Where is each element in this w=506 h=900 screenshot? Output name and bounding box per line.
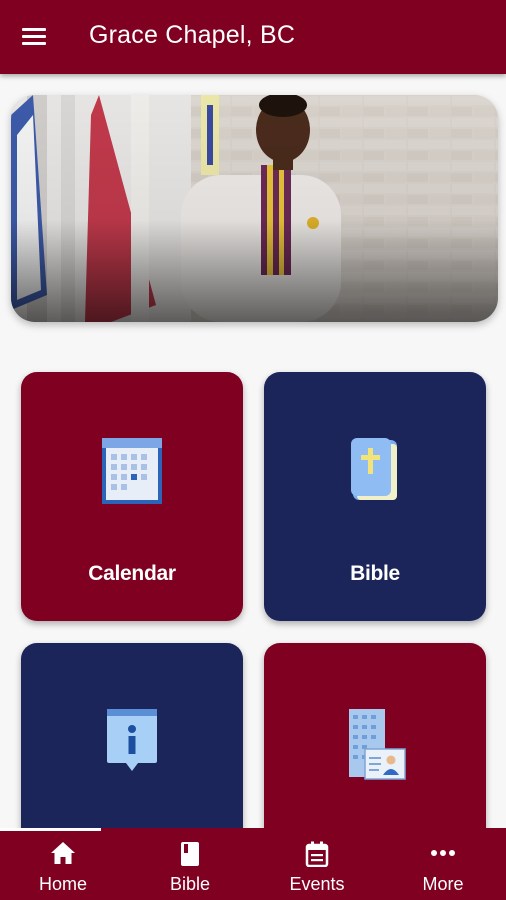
calendar-tile-label: Calendar <box>88 562 176 585</box>
bible-tile[interactable]: Bible <box>264 372 486 621</box>
nav-item-more[interactable]: More <box>380 828 506 900</box>
home-icon <box>51 842 75 864</box>
book-icon <box>181 842 199 866</box>
bottom-navigation: Home Bible Events More <box>0 828 506 900</box>
events-icon <box>305 841 329 867</box>
nav-item-bible[interactable]: Bible <box>127 828 253 900</box>
calendar-tile[interactable]: Calendar <box>21 372 243 621</box>
nav-label-events: Events <box>289 874 345 894</box>
nav-label-more: More <box>422 874 464 894</box>
bible-icon <box>351 438 397 500</box>
more-icon <box>431 850 455 856</box>
nav-label-home: Home <box>38 874 87 894</box>
directory-icon <box>349 709 406 780</box>
app-title: Grace Chapel, BC <box>89 21 296 49</box>
bible-tile-label: Bible <box>350 562 400 585</box>
calendar-icon <box>102 438 162 504</box>
info-icon <box>107 709 157 771</box>
app-bar: Grace Chapel, BC <box>0 0 506 74</box>
hero-banner <box>11 95 498 322</box>
menu-icon[interactable] <box>22 25 48 47</box>
hero-photo <box>11 95 498 322</box>
nav-item-events[interactable]: Events <box>254 828 380 900</box>
nav-item-home[interactable]: Home <box>0 828 126 900</box>
nav-label-bible: Bible <box>169 874 211 894</box>
